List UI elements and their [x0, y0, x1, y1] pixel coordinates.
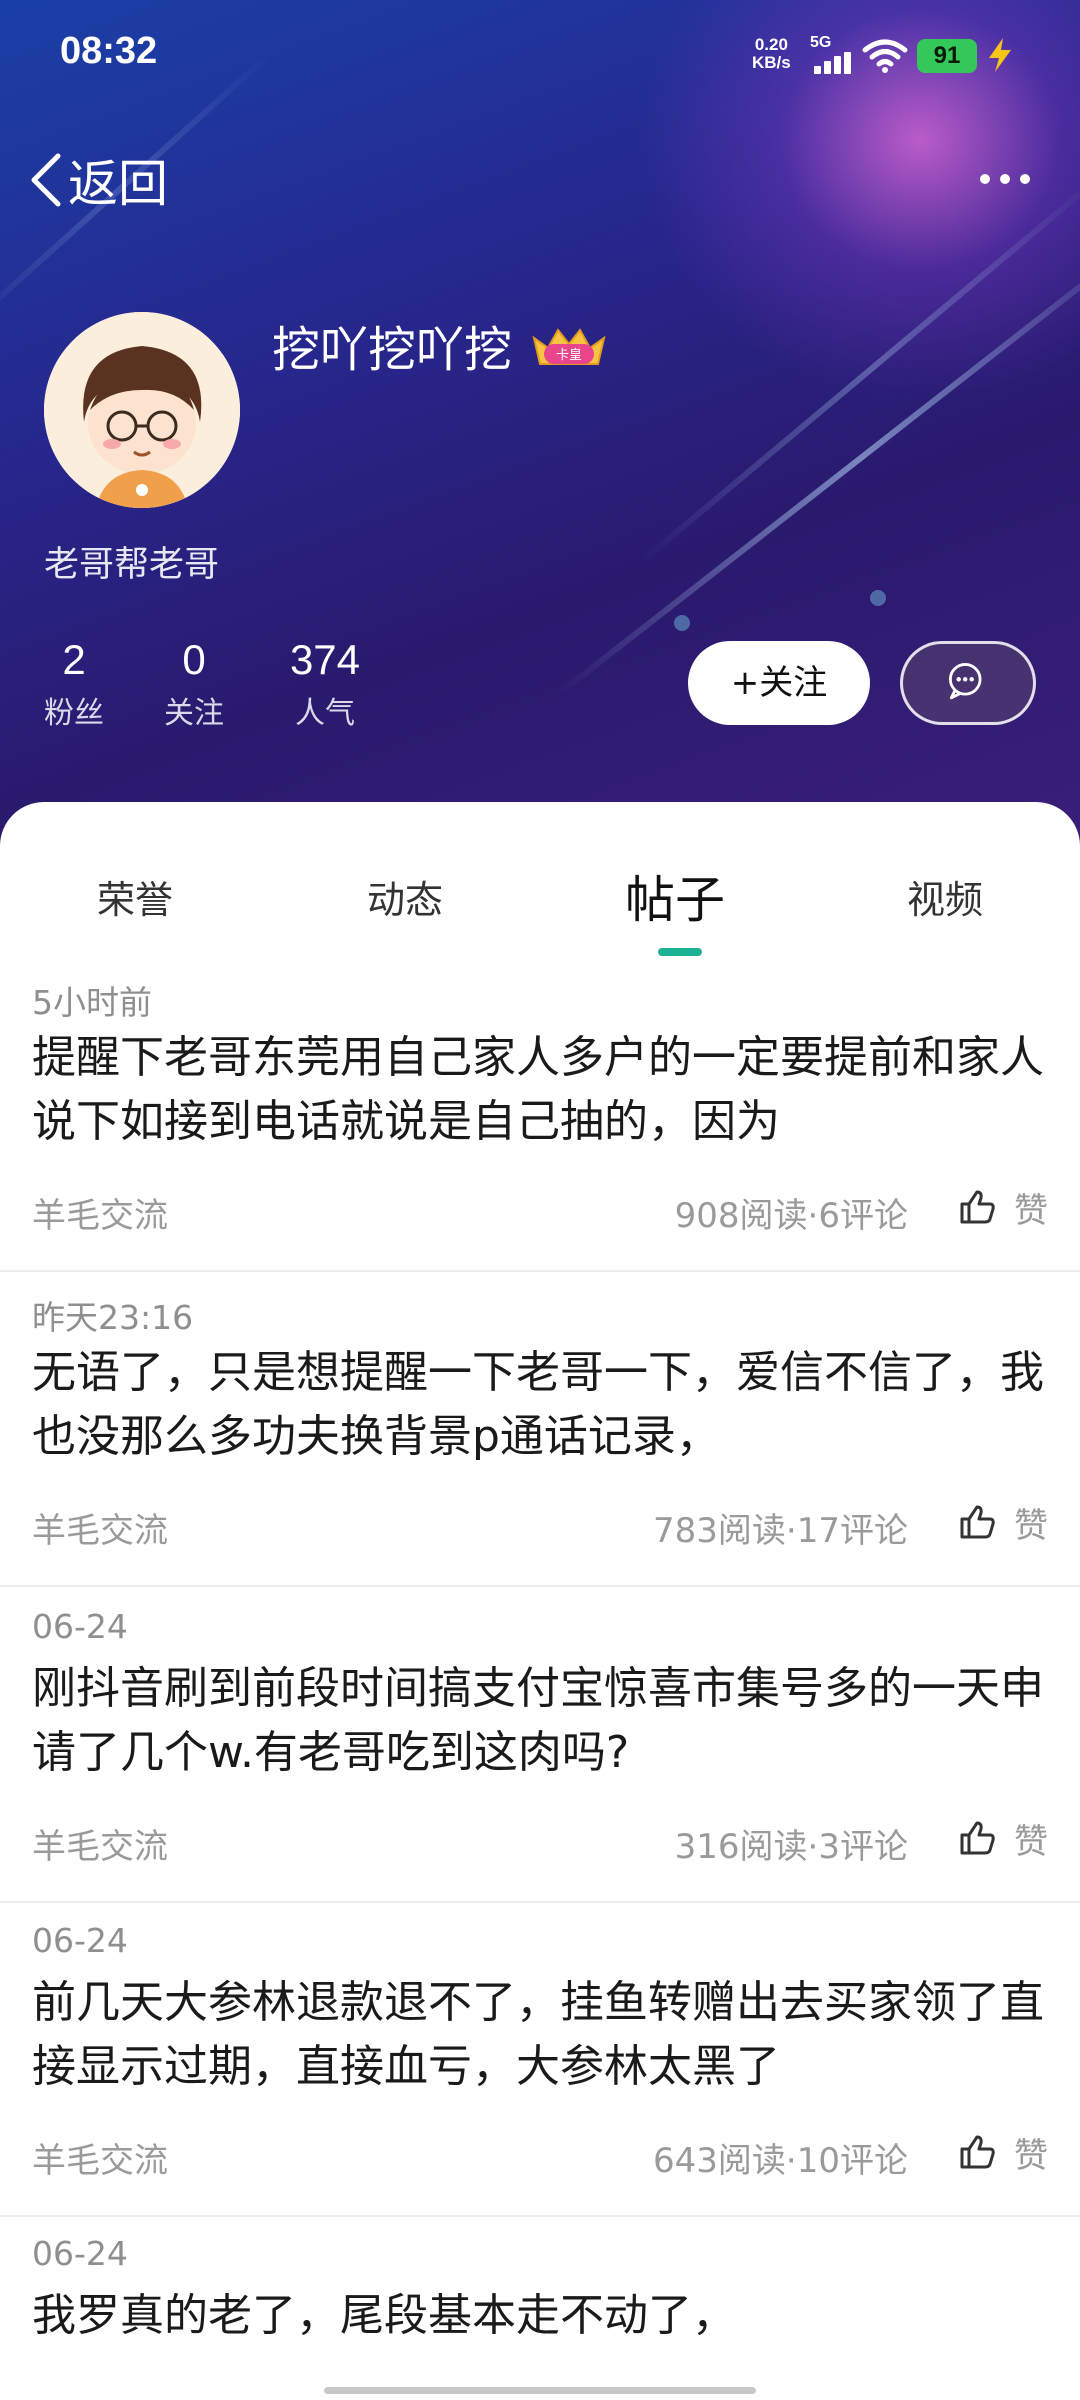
tab-posts[interactable]: 帖子: [540, 860, 810, 960]
light-dot: [674, 615, 690, 631]
post-item[interactable]: 06-24 我罗真的老了，尾段基本走不动了，: [0, 2234, 1080, 2384]
thumbs-up-icon: [960, 1505, 995, 1539]
like-label: 赞: [1014, 2135, 1048, 2176]
post-item[interactable]: 昨天23:16 无语了，只是想提醒一下老哥一下，爱信不信了，我也没那么多功夫换背…: [0, 1291, 1080, 1587]
post-text: 前几天大参林退款退不了，挂鱼转赠出去买家领了直接显示过期，直接血亏，大参林太黑了: [32, 1977, 1044, 2092]
stat-label: 粉丝: [44, 696, 104, 731]
tab-activity[interactable]: 动态: [270, 860, 540, 960]
stat-value: 0: [182, 636, 206, 683]
like-label: 赞: [1014, 1190, 1048, 1231]
stat-label: 人气: [295, 696, 355, 731]
post-time: 昨天23:16: [32, 1298, 194, 1337]
avatar-image: [44, 312, 240, 508]
post-text: 无语了，只是想提醒一下老哥一下，爱信不信了，我也没那么多功夫换背景p通话记录，: [32, 1347, 1044, 1462]
post-category[interactable]: 羊毛交流: [32, 1503, 168, 1552]
divider: [0, 1585, 1080, 1587]
status-bar: 08:32 0.20 KB/s 5G 91: [0, 0, 1080, 110]
post-stats: 908阅读·6评论: [674, 1196, 908, 1236]
chevron-left-icon: [31, 153, 61, 207]
crown-badge-icon: 卡皇: [532, 328, 606, 365]
avatar[interactable]: [44, 312, 240, 508]
back-button[interactable]: 返回: [28, 148, 168, 213]
post-text: 刚抖音刷到前段时间搞支付宝惊喜市集号多的一天申请了几个w.有老哥吃到这肉吗?: [32, 1663, 1044, 1778]
post-time: 5小时前: [32, 983, 152, 1022]
post-text: 我罗真的老了，尾段基本走不动了，: [32, 2290, 736, 2341]
stat-value: 2: [62, 636, 86, 683]
signal-icon: [812, 52, 854, 74]
stat-label: 关注: [164, 696, 224, 731]
divider: [0, 2215, 1080, 2217]
chat-bubble-icon: [948, 663, 982, 700]
post-category[interactable]: 羊毛交流: [32, 2133, 168, 2182]
network-type: 5G: [810, 34, 832, 51]
post-item[interactable]: 5小时前 提醒下老哥东莞用自己家人多户的一定要提前和家人说下如接到电话就说是自己…: [0, 976, 1080, 1272]
active-tab-indicator: [658, 948, 702, 956]
battery-indicator: 91: [917, 39, 977, 73]
tab-video[interactable]: 视频: [810, 860, 1080, 960]
profile-bio: 老哥帮老哥: [44, 545, 220, 585]
wifi-icon: [862, 39, 908, 73]
like-label: 赞: [1014, 1821, 1048, 1862]
back-label: 返回: [68, 155, 168, 213]
crown-badge-text: 卡皇: [556, 348, 582, 363]
like-button[interactable]: 赞: [958, 1815, 1048, 1862]
profile-username: 挖吖挖吖挖: [272, 322, 513, 378]
like-button[interactable]: 赞: [958, 2129, 1048, 2176]
network-speed-unit: KB/s: [752, 53, 791, 72]
stat-followers[interactable]: 2 粉丝: [34, 636, 114, 732]
stat-value: 374: [289, 636, 361, 683]
like-button[interactable]: 赞: [958, 1184, 1048, 1231]
tab-bar: 荣誉 动态 帖子 视频: [0, 860, 1080, 960]
thumbs-up-icon: [960, 2135, 995, 2169]
post-text: 提醒下老哥东莞用自己家人多户的一定要提前和家人说下如接到电话就说是自己抽的，因为: [32, 1032, 1044, 1147]
post-item[interactable]: 06-24 刚抖音刷到前段时间搞支付宝惊喜市集号多的一天申请了几个w.有老哥吃到…: [0, 1607, 1080, 1903]
divider: [0, 1901, 1080, 1903]
stat-following[interactable]: 0 关注: [154, 636, 234, 732]
post-time: 06-24: [32, 1607, 128, 1646]
post-category[interactable]: 羊毛交流: [32, 1819, 168, 1868]
thumbs-up-icon: [960, 1190, 995, 1224]
message-button[interactable]: [900, 641, 1036, 725]
charging-bolt-icon: [989, 38, 1011, 72]
tab-posts-label: 帖子: [625, 871, 725, 929]
thumbs-up-icon: [960, 1821, 995, 1855]
more-dots-icon[interactable]: [980, 160, 1036, 200]
network-speed: 0.20 KB/s: [752, 36, 791, 72]
post-category[interactable]: 羊毛交流: [32, 1188, 168, 1237]
stat-popularity[interactable]: 374 人气: [270, 636, 380, 732]
post-item[interactable]: 06-24 前几天大参林退款退不了，挂鱼转赠出去买家领了直接显示过期，直接血亏，…: [0, 1921, 1080, 2217]
network-speed-value: 0.20: [754, 35, 788, 54]
post-stats: 643阅读·10评论: [653, 2141, 908, 2181]
status-time: 08:32: [60, 30, 158, 72]
like-label: 赞: [1014, 1505, 1048, 1546]
tab-honor[interactable]: 荣誉: [0, 860, 270, 960]
divider: [0, 1270, 1080, 1272]
like-button[interactable]: 赞: [958, 1499, 1048, 1546]
post-stats: 316阅读·3评论: [674, 1827, 908, 1867]
follow-button[interactable]: +关注: [688, 641, 870, 725]
post-stats: 783阅读·17评论: [653, 1511, 908, 1551]
post-time: 06-24: [32, 2234, 128, 2273]
home-indicator[interactable]: [324, 2387, 756, 2394]
light-dot: [870, 590, 886, 606]
post-time: 06-24: [32, 1921, 128, 1960]
